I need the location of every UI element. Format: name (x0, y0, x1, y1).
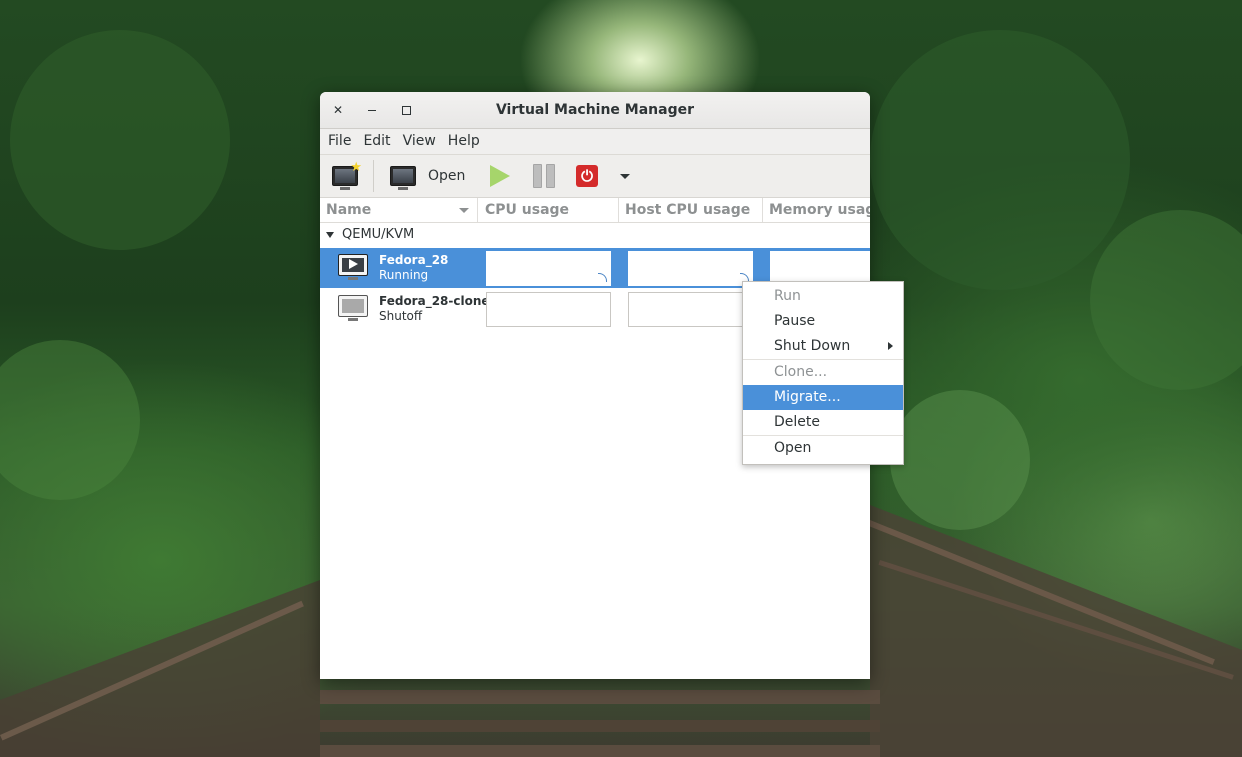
menu-item-shut-down[interactable]: Shut Down (743, 334, 903, 359)
menu-item-run[interactable]: Run (743, 284, 903, 309)
play-icon (490, 165, 510, 187)
open-button-label: Open (428, 168, 466, 184)
vm-state: Running (379, 268, 429, 282)
menu-edit[interactable]: Edit (357, 129, 396, 154)
cpu-usage-graph (486, 292, 611, 327)
menu-view[interactable]: View (397, 129, 442, 154)
shutdown-button[interactable]: ⏻ (576, 162, 598, 190)
vm-list-header: Name CPU usage Host CPU usage Memory usa… (320, 198, 870, 223)
pause-button[interactable] (533, 162, 555, 190)
vm-name: Fedora_28 (379, 253, 449, 267)
menu-item-pause[interactable]: Pause (743, 309, 903, 334)
connection-row[interactable]: QEMU/KVM (320, 223, 870, 247)
menu-item-shut-down-label: Shut Down (774, 338, 851, 354)
sort-icon (459, 208, 469, 213)
column-memory-usage[interactable]: Memory usage (763, 198, 870, 222)
pause-icon (533, 164, 555, 188)
menu-file[interactable]: File (322, 129, 357, 154)
column-name-label: Name (326, 202, 372, 218)
menu-item-delete[interactable]: Delete (743, 410, 903, 435)
menu-help[interactable]: Help (442, 129, 486, 154)
star-icon: ★ (350, 160, 362, 175)
menu-item-open[interactable]: Open (743, 436, 903, 461)
submenu-arrow-icon (888, 342, 893, 350)
shutdown-menu-button[interactable] (620, 162, 630, 190)
host-cpu-usage-graph (628, 251, 753, 286)
vm-shutoff-icon (338, 295, 368, 321)
toolbar: ★ Open ⏻ (320, 155, 870, 198)
power-icon: ⏻ (576, 165, 598, 187)
host-cpu-usage-graph (628, 292, 753, 327)
monitor-icon (390, 166, 416, 190)
chevron-down-icon (620, 173, 630, 179)
menu-item-clone[interactable]: Clone... (743, 360, 903, 385)
open-button[interactable]: Open (390, 162, 465, 190)
toolbar-separator (373, 160, 374, 192)
title-bar[interactable]: ✕ Virtual Machine Manager (320, 92, 870, 129)
new-vm-button[interactable]: ★ (332, 161, 362, 190)
vm-name: Fedora_28-clone (379, 294, 490, 308)
connection-label: QEMU/KVM (342, 227, 415, 242)
column-name[interactable]: Name (320, 198, 478, 222)
menu-bar: File Edit View Help (320, 129, 870, 155)
window-title: Virtual Machine Manager (495, 102, 695, 118)
column-host-cpu-usage[interactable]: Host CPU usage (619, 198, 763, 222)
new-vm-icon: ★ (332, 161, 362, 190)
run-button[interactable] (490, 162, 510, 190)
vm-running-icon (338, 254, 368, 280)
column-cpu-usage[interactable]: CPU usage (479, 198, 619, 222)
cpu-usage-graph (486, 251, 611, 286)
expander-icon[interactable] (326, 232, 334, 238)
vm-context-menu: Run Pause Shut Down Clone... Migrate... … (742, 281, 904, 465)
vm-state: Shutoff (379, 309, 423, 323)
menu-item-migrate[interactable]: Migrate... (743, 385, 903, 410)
